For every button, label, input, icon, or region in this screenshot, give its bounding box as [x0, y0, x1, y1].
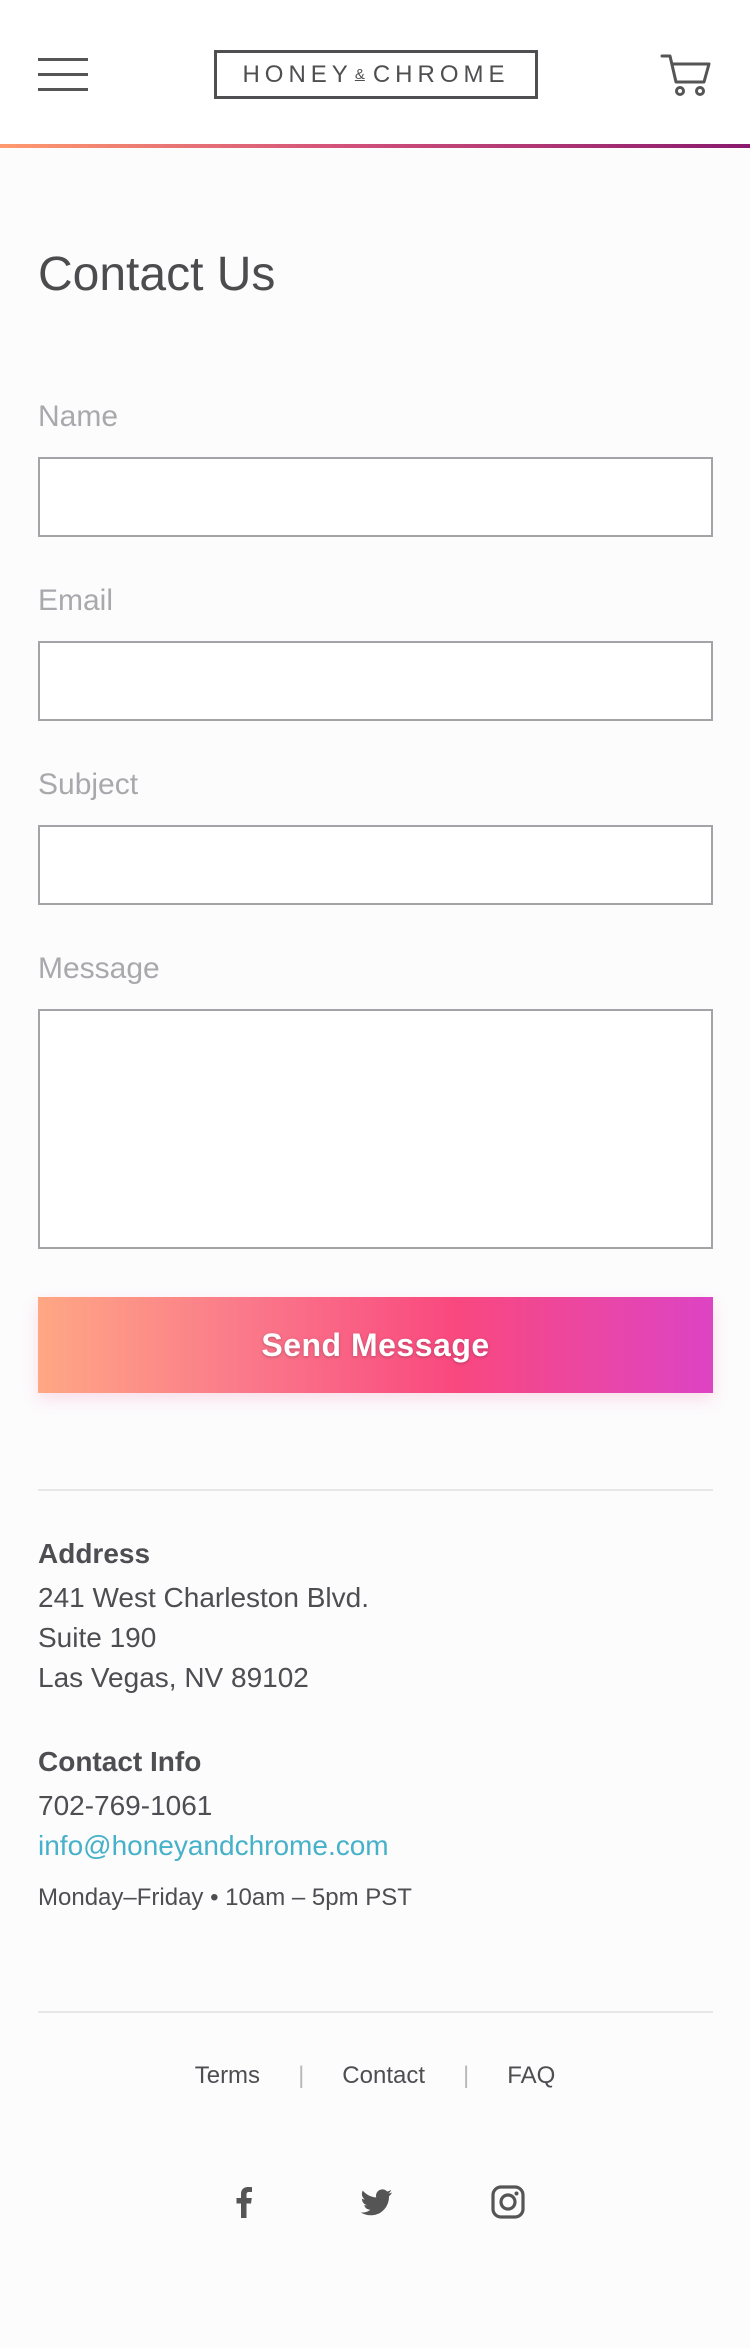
brand-name-left: HONEY: [242, 60, 353, 88]
hamburger-menu-icon[interactable]: [38, 56, 88, 92]
address-line-2: Suite 190: [38, 1622, 157, 1653]
name-label: Name: [38, 400, 119, 433]
subject-label: Subject: [38, 768, 139, 801]
footer-link-terms[interactable]: Terms: [195, 2062, 260, 2090]
brand-logo[interactable]: HONEY & CHROME: [214, 50, 538, 99]
footer-divider: [38, 2011, 713, 2013]
phone-number[interactable]: 702-769-1061: [38, 1790, 212, 1822]
contact-info-heading: Contact Info: [38, 1746, 202, 1777]
address-line-3: Las Vegas, NV 89102: [38, 1662, 309, 1693]
address-heading: Address: [38, 1538, 151, 1569]
email-field[interactable]: [38, 641, 713, 721]
message-label: Message: [38, 952, 160, 985]
address-line-1: 241 West Charleston Blvd.: [38, 1582, 369, 1613]
email-label: Email: [38, 584, 114, 617]
brand-name-right: CHROME: [372, 60, 510, 88]
site-header: HONEY & CHROME: [0, 0, 750, 148]
facebook-icon[interactable]: [224, 2182, 264, 2222]
subject-field[interactable]: [38, 825, 713, 905]
email-link-row: info@honeyandchrome.com: [38, 1830, 389, 1862]
footer-link-contact[interactable]: Contact: [342, 2062, 425, 2090]
email-link[interactable]: info@honeyandchrome.com: [38, 1830, 389, 1861]
footer-separator: |: [463, 2062, 470, 2089]
twitter-icon[interactable]: [356, 2182, 396, 2222]
header-accent-bar: [0, 144, 750, 148]
send-message-button[interactable]: Send Message: [38, 1297, 713, 1393]
message-field[interactable]: [38, 1009, 713, 1249]
page-title: Contact Us: [38, 248, 276, 301]
brand-ampersand: &: [354, 66, 365, 83]
instagram-icon[interactable]: [488, 2182, 528, 2222]
name-field[interactable]: [38, 457, 713, 537]
footer-link-faq[interactable]: FAQ: [507, 2062, 555, 2090]
footer-nav: Terms | Contact | FAQ: [0, 2056, 750, 2096]
section-divider: [38, 1489, 713, 1491]
shopping-cart-icon[interactable]: [660, 52, 712, 98]
footer-separator: |: [298, 2062, 305, 2089]
business-hours: Monday–Friday • 10am – 5pm PST: [38, 1884, 412, 1911]
